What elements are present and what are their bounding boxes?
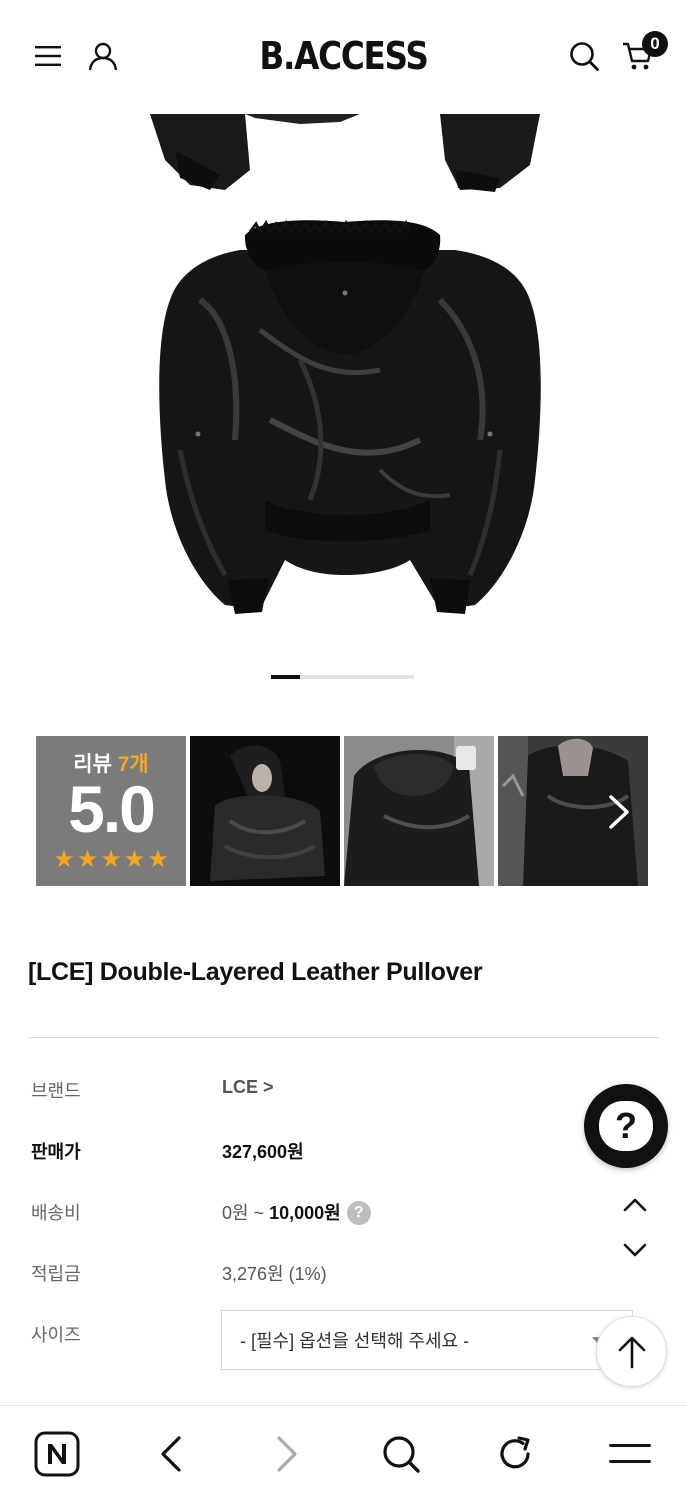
slide-indicator bbox=[271, 675, 414, 679]
review-summary-tile[interactable]: 리뷰 7개 5.0 ★ ★ ★ ★ ★ bbox=[36, 736, 186, 886]
brand-link[interactable]: LCE > bbox=[222, 1077, 274, 1098]
arrow-up-icon bbox=[618, 1336, 645, 1368]
star-icon: ★ bbox=[53, 846, 75, 873]
size-select[interactable]: - [필수] 옵션을 선택해 주세요 - bbox=[221, 1310, 633, 1370]
shipping-value: 0원 ~ 10,000원? bbox=[222, 1199, 371, 1225]
help-icon[interactable]: ? bbox=[346, 1200, 371, 1225]
review-photo[interactable] bbox=[344, 736, 494, 886]
review-score: 5.0 bbox=[68, 772, 156, 846]
back-icon[interactable] bbox=[147, 1430, 195, 1478]
review-strip: 리뷰 7개 5.0 ★ ★ ★ ★ ★ bbox=[36, 736, 648, 886]
shipping-label: 배송비 bbox=[31, 1203, 81, 1223]
star-icon: ★ bbox=[76, 846, 99, 873]
star-rating: ★ ★ ★ ★ ★ bbox=[53, 848, 169, 872]
product-title: [LCE] Double-Layered Leather Pullover bbox=[28, 958, 483, 986]
cart-count-badge: 0 bbox=[642, 31, 668, 57]
size-label: 사이즈 bbox=[31, 1325, 81, 1345]
review-photo[interactable] bbox=[190, 736, 340, 886]
star-icon: ★ bbox=[100, 846, 122, 873]
slide-dot[interactable] bbox=[328, 675, 357, 679]
star-icon: ★ bbox=[123, 846, 146, 873]
search-icon[interactable] bbox=[377, 1430, 425, 1478]
help-chat-button[interactable]: ? bbox=[584, 1084, 668, 1168]
brand-label: 브랜드 bbox=[31, 1081, 81, 1101]
price-value: 327,600원 bbox=[222, 1142, 304, 1162]
divider bbox=[28, 1037, 659, 1038]
chevron-down-icon[interactable] bbox=[620, 1235, 650, 1265]
menu-icon[interactable] bbox=[606, 1430, 654, 1478]
price-label: 판매가 bbox=[31, 1142, 81, 1162]
product-image[interactable] bbox=[0, 114, 687, 674]
chevron-right-icon[interactable] bbox=[608, 794, 630, 830]
slide-dot-active[interactable] bbox=[271, 675, 300, 679]
forward-icon[interactable] bbox=[263, 1430, 311, 1478]
browser-toolbar bbox=[0, 1405, 687, 1500]
question-icon: ? bbox=[599, 1101, 653, 1151]
naver-home-icon[interactable] bbox=[33, 1430, 81, 1478]
site-logo[interactable]: B.ACCESS bbox=[48, 34, 639, 78]
site-header: B.ACCESS 0 bbox=[0, 0, 687, 114]
review-photo[interactable] bbox=[498, 736, 648, 886]
points-value: 3,276원 (1%) bbox=[222, 1264, 327, 1284]
slide-dot[interactable] bbox=[385, 675, 414, 679]
scroll-to-top-button[interactable] bbox=[596, 1316, 667, 1387]
search-icon[interactable] bbox=[564, 36, 604, 76]
points-label: 적립금 bbox=[31, 1264, 81, 1284]
slide-dot[interactable] bbox=[356, 675, 386, 679]
refresh-icon[interactable] bbox=[491, 1430, 539, 1478]
star-icon: ★ bbox=[147, 846, 169, 873]
slide-dot[interactable] bbox=[299, 675, 329, 679]
chevron-up-icon[interactable] bbox=[620, 1190, 650, 1220]
